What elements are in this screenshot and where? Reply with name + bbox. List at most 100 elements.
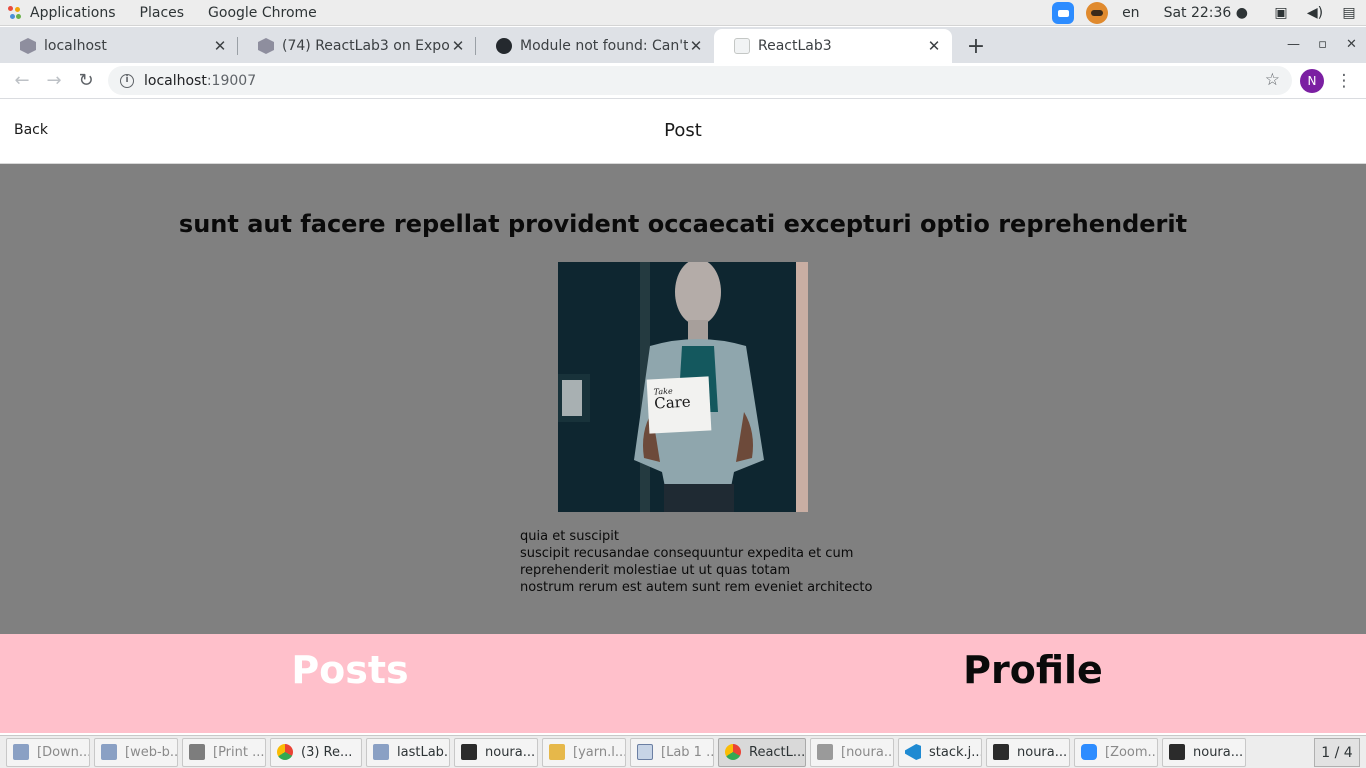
minimize-icon[interactable]: — xyxy=(1279,30,1308,58)
applications-icon xyxy=(8,5,22,20)
taskbar-item-noura-image[interactable]: [noura... xyxy=(810,737,894,767)
bookmark-star-icon[interactable]: ☆ xyxy=(1265,70,1280,90)
panel-menus: Applications Places Google Chrome xyxy=(0,0,329,25)
window-controls: — ▫ ✕ xyxy=(1279,27,1366,61)
close-icon[interactable]: ✕ xyxy=(450,37,466,55)
post-body-line: quia et suscipit xyxy=(520,529,619,544)
close-icon[interactable]: ✕ xyxy=(212,37,228,55)
taskbar-label: noura... xyxy=(1193,744,1244,760)
file-icon xyxy=(101,744,117,760)
taskbar-item-vscode[interactable]: stack.j... xyxy=(898,737,982,767)
taskbar-label: noura... xyxy=(1017,744,1068,760)
taskbar-item-yarn[interactable]: [yarn.l... xyxy=(542,737,626,767)
image-icon xyxy=(817,744,833,760)
bottom-navigation: Posts Profile xyxy=(0,634,1366,733)
tab-title: (74) ReactLab3 on Expo De xyxy=(282,38,450,54)
workspace-switcher[interactable]: 1 / 4 xyxy=(1314,738,1360,767)
chrome-menu-icon[interactable]: ⋮ xyxy=(1334,67,1354,95)
taskbar-label: [Zoom... xyxy=(1105,744,1158,760)
panel-tray: en Sat 22:36 ● ▣ ◀) ▤ xyxy=(1046,0,1366,26)
page-title: Post xyxy=(664,120,702,141)
menu-applications[interactable]: Applications xyxy=(22,0,128,25)
zoom-icon xyxy=(1081,744,1097,760)
taskbar-item-terminal-3[interactable]: noura... xyxy=(1162,737,1246,767)
caffeine-tray-icon[interactable] xyxy=(1086,2,1109,24)
file-icon xyxy=(373,744,389,760)
printer-icon xyxy=(189,744,205,760)
chrome-icon xyxy=(725,744,741,760)
post-body-line: nostrum rerum est autem sunt rem eveniet… xyxy=(520,580,873,595)
taskbar: [Down... [web-b... [Print ... (3) Re... … xyxy=(0,735,1366,768)
post-image: Take Care xyxy=(558,262,808,512)
volume-icon[interactable]: ◀) xyxy=(1304,2,1326,24)
clock-text: Sat 22:36 xyxy=(1163,5,1232,21)
github-icon xyxy=(496,38,512,54)
maximize-icon[interactable]: ▫ xyxy=(1308,30,1337,58)
tab-title: Module not found: Can't re xyxy=(520,38,688,54)
close-window-icon[interactable]: ✕ xyxy=(1337,30,1366,58)
taskbar-label: [Print ... xyxy=(213,744,265,760)
post-body-line: suscipit recusandae consequuntur expedit… xyxy=(520,546,854,561)
forward-arrow-icon[interactable]: → xyxy=(38,65,70,97)
taskbar-item-reactlab[interactable]: ReactL... xyxy=(718,737,806,767)
post-screen: sunt aut facere repellat provident occae… xyxy=(0,164,1366,634)
sign-large-text: Care xyxy=(653,392,692,413)
taskbar-item-web-b[interactable]: [web-b... xyxy=(94,737,178,767)
taskbar-label: noura... xyxy=(485,744,536,760)
sign-text: Take Care xyxy=(653,385,710,413)
clipboard-icon[interactable]: ▤ xyxy=(1338,2,1360,24)
url-port: :19007 xyxy=(206,72,257,89)
taskbar-label: lastLab... xyxy=(397,744,449,760)
blank-page-icon xyxy=(734,38,750,54)
taskbar-item-terminal-2[interactable]: noura... xyxy=(986,737,1070,767)
post-body-line: reprehenderit molestiae ut ut quas totam xyxy=(520,563,791,578)
text-editor-icon xyxy=(549,744,565,760)
address-bar[interactable]: i localhost:19007 ☆ xyxy=(108,66,1292,95)
back-arrow-icon[interactable]: ← xyxy=(6,65,38,97)
tab-title: ReactLab3 xyxy=(758,38,832,54)
tab-strip: localhost ✕ (74) ReactLab3 on Expo De ✕ … xyxy=(0,27,1366,63)
close-icon[interactable]: ✕ xyxy=(926,37,942,55)
taskbar-label: [Down... xyxy=(37,744,90,760)
taskbar-label: [web-b... xyxy=(125,744,178,760)
taskbar-item-terminal-1[interactable]: noura... xyxy=(454,737,538,767)
terminal-icon xyxy=(993,744,1009,760)
clock[interactable]: Sat 22:36 ● xyxy=(1148,5,1264,21)
reload-icon[interactable]: ↻ xyxy=(70,65,102,97)
url-host: localhost xyxy=(144,72,207,89)
chrome-icon xyxy=(277,744,293,760)
taskbar-label: ReactL... xyxy=(749,744,806,760)
taskbar-item-downloads[interactable]: [Down... xyxy=(6,737,90,767)
language-indicator[interactable]: en xyxy=(1114,5,1148,21)
terminal-icon xyxy=(461,744,477,760)
taskbar-item-chrome-re[interactable]: (3) Re... xyxy=(270,737,362,767)
close-icon[interactable]: ✕ xyxy=(688,37,704,55)
post-title: sunt aut facere repellat provident occae… xyxy=(178,210,1188,238)
taskbar-item-lab1[interactable]: [Lab 1 ... xyxy=(630,737,714,767)
menu-google-chrome[interactable]: Google Chrome xyxy=(196,0,329,25)
zoom-tray-icon[interactable] xyxy=(1052,2,1075,24)
tab-title: localhost xyxy=(44,38,107,54)
menu-places[interactable]: Places xyxy=(128,0,197,25)
screen-icon[interactable]: ▣ xyxy=(1270,2,1292,24)
file-icon xyxy=(13,744,29,760)
notification-dot-icon: ● xyxy=(1235,5,1248,21)
profile-avatar[interactable]: N xyxy=(1300,69,1324,93)
tab-module-not-found[interactable]: Module not found: Can't re ✕ xyxy=(476,29,714,63)
tab-localhost[interactable]: localhost ✕ xyxy=(0,29,238,63)
nav-profile-button[interactable]: Profile xyxy=(683,648,1366,692)
taskbar-item-zoom[interactable]: [Zoom... xyxy=(1074,737,1158,767)
taskbar-item-print[interactable]: [Print ... xyxy=(182,737,266,767)
taskbar-label: [Lab 1 ... xyxy=(661,744,714,760)
top-panel: Applications Places Google Chrome en Sat… xyxy=(0,0,1366,26)
post-body: quia et suscipit suscipit recusandae con… xyxy=(520,528,880,596)
site-info-icon[interactable]: i xyxy=(120,73,134,88)
nav-posts-button[interactable]: Posts xyxy=(0,648,700,692)
new-tab-button[interactable]: + xyxy=(962,32,990,60)
tab-reactlab3[interactable]: ReactLab3 ✕ xyxy=(714,29,952,63)
document-icon xyxy=(637,744,653,760)
expo-hex-icon xyxy=(258,38,274,54)
taskbar-label: [yarn.l... xyxy=(573,744,626,760)
tab-reactlab3-expo[interactable]: (74) ReactLab3 on Expo De ✕ xyxy=(238,29,476,63)
taskbar-item-lastlab[interactable]: lastLab... xyxy=(366,737,450,767)
